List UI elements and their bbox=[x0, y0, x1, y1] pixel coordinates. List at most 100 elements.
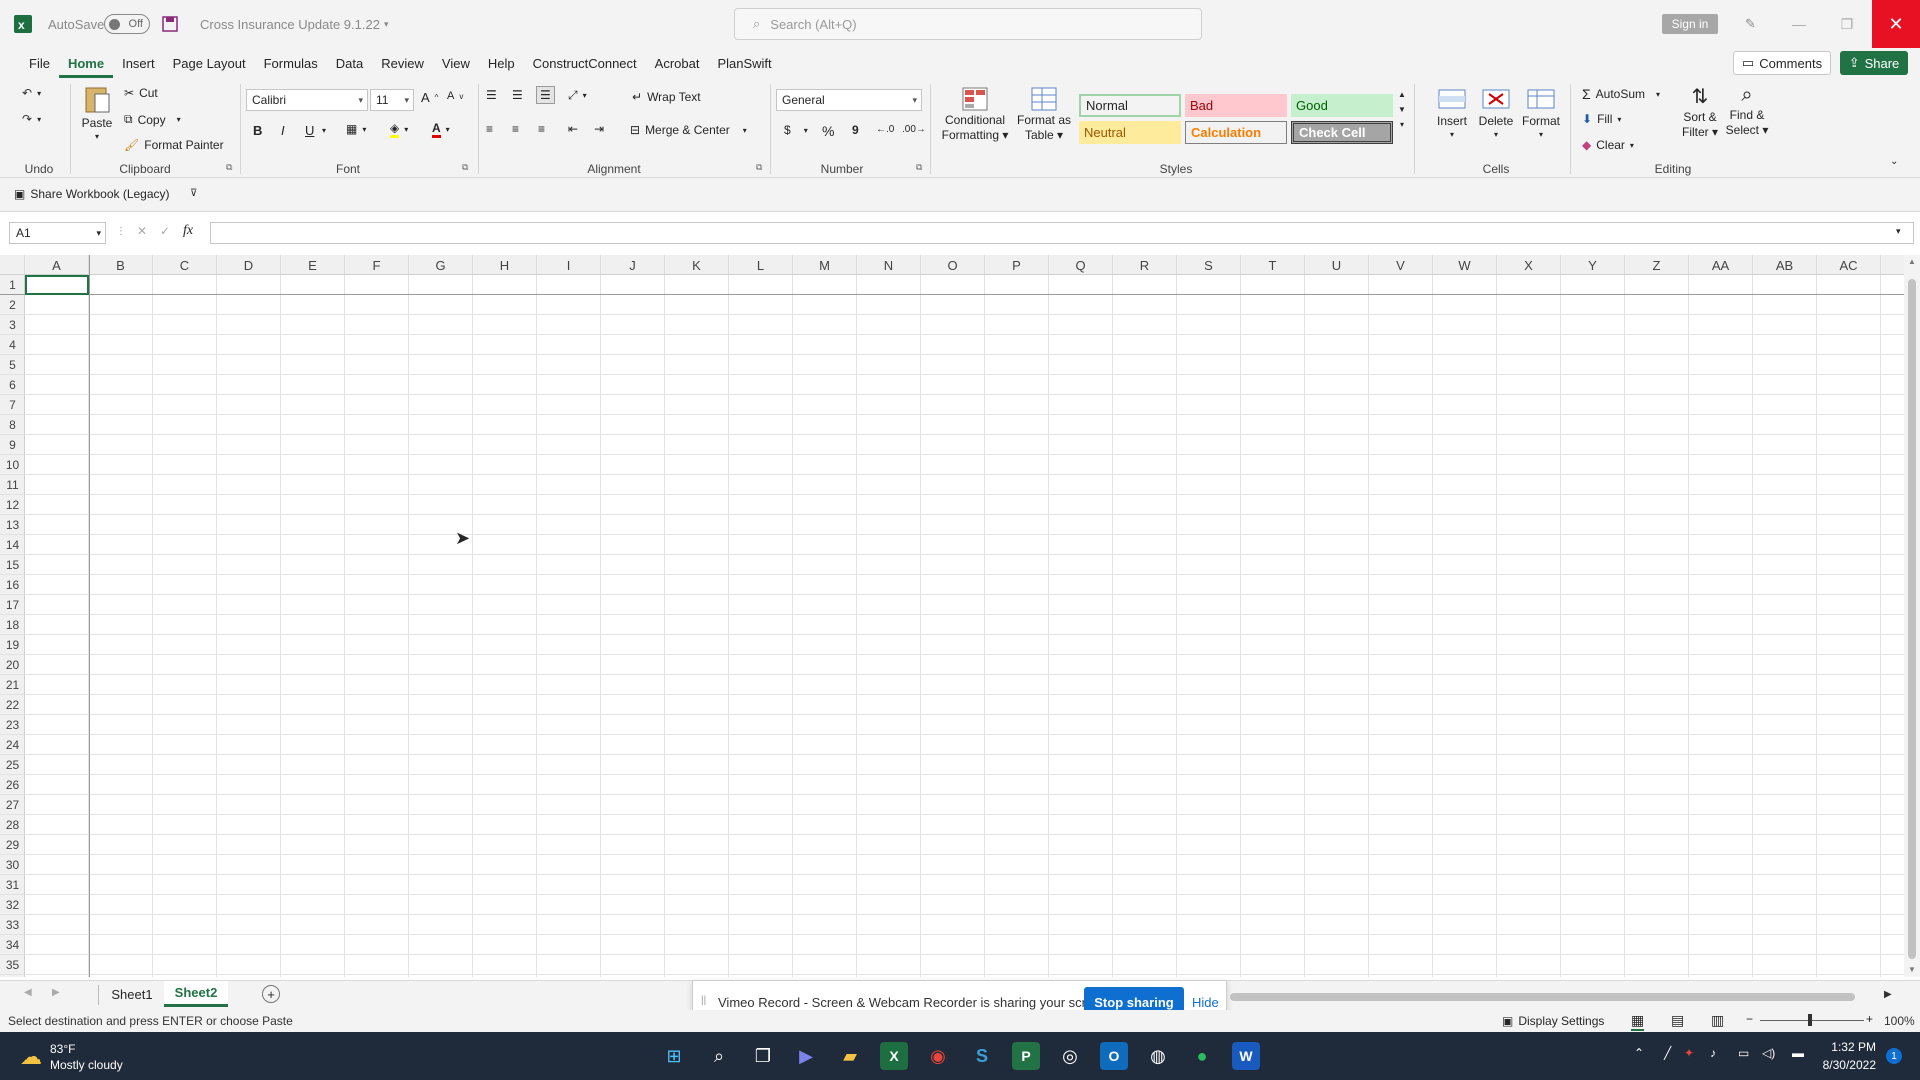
row-header-3[interactable]: 3 bbox=[0, 315, 25, 335]
find-select-button[interactable]: ⌕ Find & Select ▾ bbox=[1724, 84, 1770, 137]
style-check-cell[interactable]: Check Cell bbox=[1291, 121, 1393, 144]
sign-in-button[interactable]: Sign in bbox=[1662, 14, 1718, 34]
row-header-24[interactable]: 24 bbox=[0, 735, 25, 755]
dropbox-icon[interactable]: ✦ bbox=[1684, 1046, 1694, 1060]
vertical-scroll-thumb[interactable] bbox=[1908, 279, 1916, 959]
select-all-corner[interactable] bbox=[0, 255, 25, 275]
tab-view[interactable]: View bbox=[433, 48, 479, 78]
row-header-14[interactable]: 14 bbox=[0, 535, 25, 555]
column-header-h[interactable]: H bbox=[473, 255, 537, 275]
underline-dropdown[interactable]: ▾ bbox=[322, 126, 326, 135]
align-right-icon[interactable]: ≡ bbox=[538, 122, 545, 136]
cell-area[interactable] bbox=[25, 275, 1904, 977]
increase-indent-icon[interactable]: ⇥ bbox=[594, 122, 604, 136]
task-view-icon[interactable]: ❐ bbox=[749, 1042, 777, 1070]
fill-button[interactable]: ⬇ Fill ▾ bbox=[1582, 112, 1621, 126]
row-header-28[interactable]: 28 bbox=[0, 815, 25, 835]
column-header-a[interactable]: A bbox=[25, 255, 89, 275]
column-header-j[interactable]: J bbox=[601, 255, 665, 275]
cut-button[interactable]: ✂ Cut bbox=[124, 86, 158, 100]
decrease-indent-icon[interactable]: ⇤ bbox=[568, 122, 578, 136]
excel-taskbar-icon[interactable]: X bbox=[880, 1042, 908, 1070]
document-title[interactable]: Cross Insurance Update 9.1.22 ▾ bbox=[200, 0, 388, 48]
row-header-35[interactable]: 35 bbox=[0, 955, 25, 975]
search-input[interactable]: ⌕ Search (Alt+Q) bbox=[734, 8, 1202, 40]
format-cells-button[interactable]: Format ▾ bbox=[1522, 86, 1560, 139]
dialog-launcher-icon[interactable]: ⧉ bbox=[916, 162, 922, 173]
style-neutral[interactable]: Neutral bbox=[1079, 121, 1181, 144]
align-left-icon[interactable]: ≡ bbox=[486, 122, 493, 136]
clock-date[interactable]: 8/30/2022 bbox=[1816, 1058, 1876, 1072]
zoom-slider[interactable] bbox=[1760, 1020, 1864, 1021]
app-icon[interactable]: ◍ bbox=[1144, 1042, 1172, 1070]
more-options-icon[interactable]: ⋮ bbox=[116, 226, 126, 237]
column-header-z[interactable]: Z bbox=[1625, 255, 1689, 275]
row-header-19[interactable]: 19 bbox=[0, 635, 25, 655]
project-icon[interactable]: P bbox=[1012, 1042, 1040, 1070]
decrease-decimal-icon[interactable]: .00→ bbox=[902, 124, 926, 135]
column-header-w[interactable]: W bbox=[1433, 255, 1497, 275]
styles-scroll[interactable]: ▲ ▼ ▾ bbox=[1398, 90, 1406, 129]
vertical-scrollbar[interactable]: ▲ ▼ bbox=[1904, 255, 1920, 977]
borders-button[interactable]: ▦ ▾ bbox=[346, 122, 366, 136]
collapse-ribbon-icon[interactable]: ⌄ bbox=[1890, 156, 1898, 167]
scroll-right-icon[interactable]: ▶ bbox=[1884, 989, 1892, 1000]
row-header-2[interactable]: 2 bbox=[0, 295, 25, 315]
column-header-s[interactable]: S bbox=[1177, 255, 1241, 275]
network-icon[interactable]: ▭ bbox=[1738, 1046, 1749, 1060]
font-size-select[interactable]: 11 ▾ bbox=[370, 89, 414, 111]
row-header-22[interactable]: 22 bbox=[0, 695, 25, 715]
battery-icon[interactable]: ▬ bbox=[1792, 1046, 1804, 1060]
fill-color-button[interactable]: ◈ ▾ bbox=[390, 121, 408, 138]
row-header-31[interactable]: 31 bbox=[0, 875, 25, 895]
start-icon[interactable]: ⊞ bbox=[660, 1042, 688, 1070]
font-name-select[interactable]: Calibri ▾ bbox=[246, 89, 368, 111]
insert-cells-button[interactable]: Insert ▾ bbox=[1434, 86, 1470, 139]
row-header-33[interactable]: 33 bbox=[0, 915, 25, 935]
dialog-launcher-icon[interactable]: ⧉ bbox=[462, 162, 468, 173]
copy-button[interactable]: ⧉ Copy ▾ bbox=[124, 112, 181, 127]
zoom-in-button[interactable]: + bbox=[1866, 1012, 1873, 1026]
share-button[interactable]: ⇪ Share bbox=[1840, 51, 1908, 75]
undo-button[interactable]: ↶ ▾ bbox=[22, 86, 41, 100]
tab-insert[interactable]: Insert bbox=[113, 48, 164, 78]
number-format-select[interactable]: General ▾ bbox=[776, 89, 922, 111]
comments-button[interactable]: ▭ Comments bbox=[1733, 51, 1831, 75]
orientation-button[interactable]: ⤢ ▾ bbox=[568, 88, 587, 103]
column-header-p[interactable]: P bbox=[985, 255, 1049, 275]
snagit-icon[interactable]: S bbox=[968, 1042, 996, 1070]
sort-filter-button[interactable]: ⇅ Sort & Filter ▾ bbox=[1678, 84, 1722, 139]
underline-button[interactable]: U bbox=[305, 123, 314, 138]
tab-help[interactable]: Help bbox=[479, 48, 524, 78]
row-header-1[interactable]: 1 bbox=[0, 275, 25, 295]
column-header-c[interactable]: C bbox=[153, 255, 217, 275]
formula-input[interactable] bbox=[210, 222, 1914, 244]
page-layout-view-icon[interactable]: ▤ bbox=[1671, 1012, 1684, 1029]
outlook-icon[interactable]: O bbox=[1100, 1042, 1128, 1070]
selected-cell[interactable] bbox=[25, 275, 89, 295]
row-header-16[interactable]: 16 bbox=[0, 575, 25, 595]
teams-chat-icon[interactable]: ▶ bbox=[792, 1042, 820, 1070]
row-header-13[interactable]: 13 bbox=[0, 515, 25, 535]
row-header-34[interactable]: 34 bbox=[0, 935, 25, 955]
column-header-ac[interactable]: AC bbox=[1817, 255, 1881, 275]
wrap-text-button[interactable]: ↵ Wrap Text bbox=[632, 90, 701, 104]
tab-acrobat[interactable]: Acrobat bbox=[646, 48, 709, 78]
autosum-button[interactable]: Σ AutoSum ▾ bbox=[1582, 86, 1660, 102]
font-color-button[interactable]: A ▾ bbox=[432, 121, 450, 138]
tab-data[interactable]: Data bbox=[327, 48, 372, 78]
column-header-y[interactable]: Y bbox=[1561, 255, 1625, 275]
tab-page-layout[interactable]: Page Layout bbox=[164, 48, 255, 78]
delete-cells-button[interactable]: Delete ▾ bbox=[1478, 86, 1514, 139]
column-header-aa[interactable]: AA bbox=[1689, 255, 1753, 275]
style-good[interactable]: Good bbox=[1291, 94, 1393, 117]
chrome-icon[interactable]: ◉ bbox=[924, 1042, 952, 1070]
cancel-icon[interactable]: ✕ bbox=[137, 224, 147, 238]
row-header-8[interactable]: 8 bbox=[0, 415, 25, 435]
clear-button[interactable]: ◆ Clear ▾ bbox=[1582, 138, 1634, 152]
tab-formulas[interactable]: Formulas bbox=[255, 48, 327, 78]
row-header-25[interactable]: 25 bbox=[0, 755, 25, 775]
italic-button[interactable]: I bbox=[281, 123, 285, 138]
clock-time[interactable]: 1:32 PM bbox=[1830, 1040, 1876, 1054]
row-header-15[interactable]: 15 bbox=[0, 555, 25, 575]
